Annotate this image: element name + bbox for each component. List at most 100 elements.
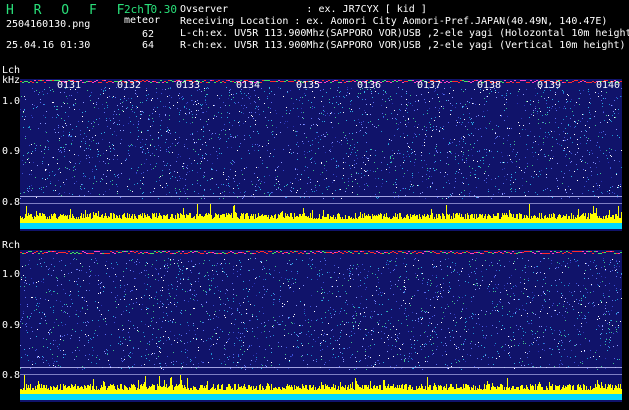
lch-waterfall-pixel bbox=[223, 129, 224, 130]
lch-waterfall-pixel bbox=[540, 174, 541, 175]
lch-waterfall-pixel bbox=[479, 150, 480, 151]
lch-waterfall-pixel bbox=[29, 162, 30, 163]
lch-waterfall-pixel bbox=[306, 216, 307, 223]
rch-waterfall-pixel bbox=[111, 267, 112, 268]
rch-waterfall-pixel bbox=[261, 262, 262, 263]
lch-waterfall-pixel bbox=[374, 215, 375, 223]
rch-waterfall-pixel bbox=[98, 302, 99, 303]
lch-waterfall-pixel bbox=[482, 214, 483, 223]
lch-waterfall-pixel bbox=[297, 153, 298, 154]
lch-waterfall-pixel bbox=[270, 112, 271, 113]
lch-waterfall-pixel bbox=[287, 127, 288, 128]
lch-waterfall-pixel bbox=[300, 179, 301, 180]
lch-waterfall-pixel bbox=[494, 143, 495, 144]
lch-waterfall-pixel bbox=[275, 169, 276, 170]
lch-waterfall-pixel bbox=[50, 181, 51, 182]
lch-waterfall-pixel bbox=[591, 175, 592, 176]
rch-waterfall-pixel bbox=[188, 325, 189, 326]
lch-waterfall-pixel bbox=[392, 150, 393, 151]
lch-waterfall-pixel bbox=[323, 89, 324, 90]
lch-waterfall-pixel bbox=[164, 215, 165, 223]
lch-waterfall-pixel bbox=[260, 183, 261, 184]
lch-waterfall-pixel bbox=[255, 124, 256, 125]
lch-waterfall-pixel bbox=[602, 103, 603, 104]
rch-waterfall-pixel bbox=[181, 313, 182, 314]
lch-waterfall-pixel bbox=[414, 82, 416, 83]
rch-waterfall-pixel bbox=[60, 350, 61, 351]
rch-waterfall-pixel bbox=[261, 261, 262, 262]
lch-waterfall-pixel bbox=[303, 112, 304, 113]
lch-waterfall-pixel bbox=[452, 105, 453, 106]
lch-waterfall-pixel bbox=[167, 131, 168, 132]
lch-waterfall-pixel bbox=[520, 80, 522, 81]
lch-waterfall-pixel bbox=[254, 173, 255, 174]
lch-waterfall-pixel bbox=[537, 93, 538, 94]
rch-waterfall-pixel bbox=[210, 338, 211, 339]
lch-waterfall-pixel bbox=[42, 178, 43, 179]
rch-waterfall-pixel bbox=[304, 311, 305, 312]
rch-waterfall-pixel bbox=[92, 347, 93, 348]
rch-waterfall-pixel bbox=[262, 365, 263, 366]
lch-waterfall-pixel bbox=[446, 81, 448, 82]
rch-waterfall-pixel bbox=[560, 331, 561, 332]
rch-waterfall-pixel bbox=[474, 366, 475, 367]
lch-waterfall-pixel bbox=[38, 80, 40, 81]
rch-waterfall-pixel bbox=[355, 322, 356, 323]
lch-waterfall-pixel bbox=[121, 139, 122, 140]
lch-waterfall-pixel bbox=[125, 160, 126, 161]
lch-waterfall-pixel bbox=[407, 112, 408, 113]
lch-waterfall-pixel bbox=[316, 218, 317, 223]
lch-waterfall-pixel bbox=[446, 100, 447, 101]
rch-waterfall-pixel bbox=[375, 364, 376, 365]
lch-waterfall-pixel bbox=[396, 179, 397, 180]
lch-waterfall-pixel bbox=[52, 117, 53, 118]
rch-waterfall-pixel bbox=[598, 304, 599, 305]
lch-waterfall-pixel bbox=[605, 134, 606, 135]
lch-waterfall-pixel bbox=[206, 213, 207, 223]
rch-waterfall-pixel bbox=[158, 273, 159, 274]
lch-waterfall-pixel bbox=[192, 218, 193, 223]
rch-waterfall-pixel bbox=[107, 350, 108, 351]
lch-waterfall-pixel bbox=[132, 145, 133, 146]
lch-waterfall-pixel bbox=[427, 113, 428, 114]
lch-waterfall-pixel bbox=[463, 154, 464, 155]
lch-waterfall-pixel bbox=[373, 102, 374, 103]
rch-waterfall-pixel bbox=[53, 363, 54, 364]
lch-waterfall-pixel bbox=[168, 88, 169, 89]
lch-waterfall-pixel bbox=[48, 149, 49, 150]
rch-waterfall-pixel bbox=[433, 260, 434, 261]
lch-waterfall-pixel bbox=[312, 106, 313, 107]
lch-waterfall-pixel bbox=[100, 181, 101, 182]
lch-waterfall-pixel bbox=[334, 107, 335, 108]
lch-waterfall-pixel bbox=[562, 140, 563, 141]
lch-waterfall-pixel bbox=[187, 102, 188, 103]
lch-waterfall-pixel bbox=[470, 191, 471, 192]
lch-waterfall-pixel bbox=[196, 214, 197, 223]
lch-waterfall-pixel bbox=[501, 115, 502, 116]
lch-waterfall-pixel bbox=[311, 158, 312, 159]
rch-waterfall-pixel bbox=[358, 325, 359, 326]
lch-waterfall-pixel bbox=[48, 165, 49, 166]
lch-waterfall-pixel bbox=[40, 102, 41, 103]
lch-waterfall-pixel bbox=[347, 143, 348, 144]
lch-waterfall-pixel bbox=[490, 216, 491, 223]
lch-waterfall-pixel bbox=[504, 80, 506, 81]
lch-waterfall-pixel bbox=[397, 129, 398, 130]
rch-waterfall-pixel bbox=[574, 301, 575, 302]
lch-waterfall-pixel bbox=[378, 119, 379, 120]
lch-waterfall-pixel bbox=[478, 115, 479, 116]
lch-waterfall-pixel bbox=[484, 180, 485, 181]
rch-waterfall-pixel bbox=[616, 321, 617, 322]
lch-waterfall-pixel bbox=[336, 80, 338, 81]
lch-waterfall-pixel bbox=[74, 105, 75, 106]
lch-waterfall-pixel bbox=[451, 216, 452, 223]
lch-waterfall-pixel bbox=[276, 183, 277, 184]
rch-waterfall-pixel bbox=[614, 265, 615, 266]
lch-waterfall-pixel bbox=[621, 167, 622, 168]
lch-waterfall-pixel bbox=[151, 219, 152, 223]
rch-waterfall-pixel bbox=[266, 260, 267, 261]
lch-waterfall-pixel bbox=[169, 119, 170, 120]
rch-waterfall-pixel bbox=[167, 299, 168, 300]
rch-waterfall-pixel bbox=[481, 271, 482, 272]
lch-waterfall-pixel bbox=[128, 98, 129, 99]
